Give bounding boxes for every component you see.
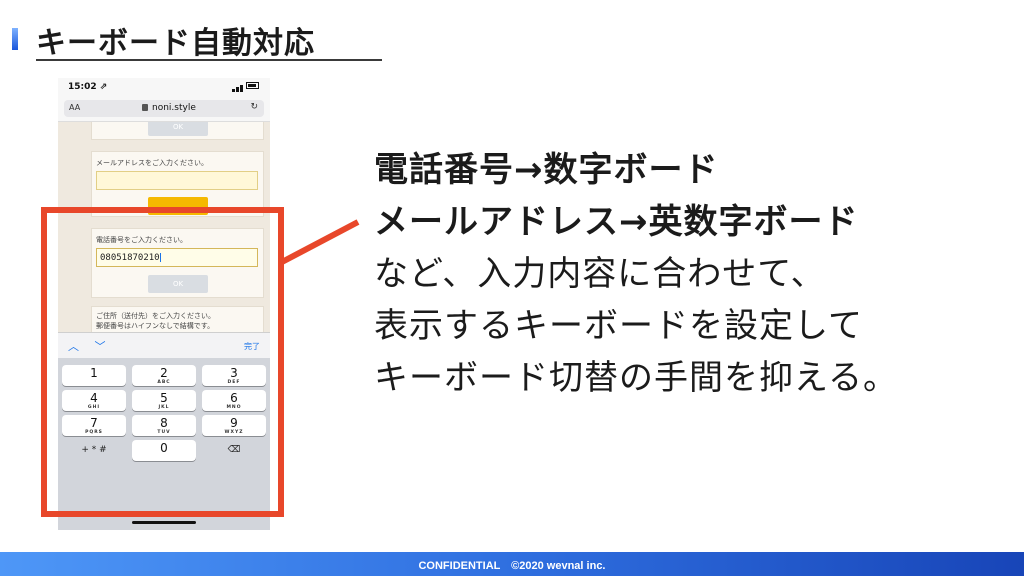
text-size-button[interactable]: AA — [69, 103, 80, 112]
message-line-4: 表示するキーボードを設定して — [374, 306, 863, 346]
title-underline — [36, 59, 382, 61]
signal-battery-icon — [232, 82, 262, 92]
status-bar: 15:02 ⇗ — [58, 78, 270, 96]
reload-icon[interactable]: ↻ — [250, 102, 258, 112]
message-line-5: キーボード切替の手間を抑える。 — [374, 358, 898, 398]
address-field[interactable]: AA noni.style ↻ — [64, 100, 264, 117]
message-line-2: メールアドレス→英数字ボード — [374, 202, 859, 242]
footer-band: CONFIDENTIAL ©2020 wevnal inc. — [0, 552, 1024, 576]
message-line-1: 電話番号→数字ボード — [374, 150, 719, 190]
mail-label: メールアドレスをご入力ください。 — [96, 159, 208, 167]
pointer-stroke — [280, 219, 360, 265]
url-text: noni.style — [152, 103, 196, 113]
previous-ok-button[interactable]: OK — [148, 122, 208, 136]
title-accent-bar — [12, 28, 18, 50]
highlight-frame — [41, 207, 284, 517]
previous-card: OK — [91, 122, 264, 140]
lock-icon — [142, 104, 148, 111]
browser-url-bar: AA noni.style ↻ — [58, 96, 270, 122]
slide-title: キーボード自動対応 — [36, 26, 315, 61]
mail-input[interactable] — [96, 171, 258, 190]
message-line-3: など、入力内容に合わせて、 — [374, 254, 826, 294]
footer-text: CONFIDENTIAL ©2020 wevnal inc. — [418, 560, 606, 572]
status-time: 15:02 ⇗ — [68, 82, 108, 92]
home-indicator — [132, 521, 196, 524]
